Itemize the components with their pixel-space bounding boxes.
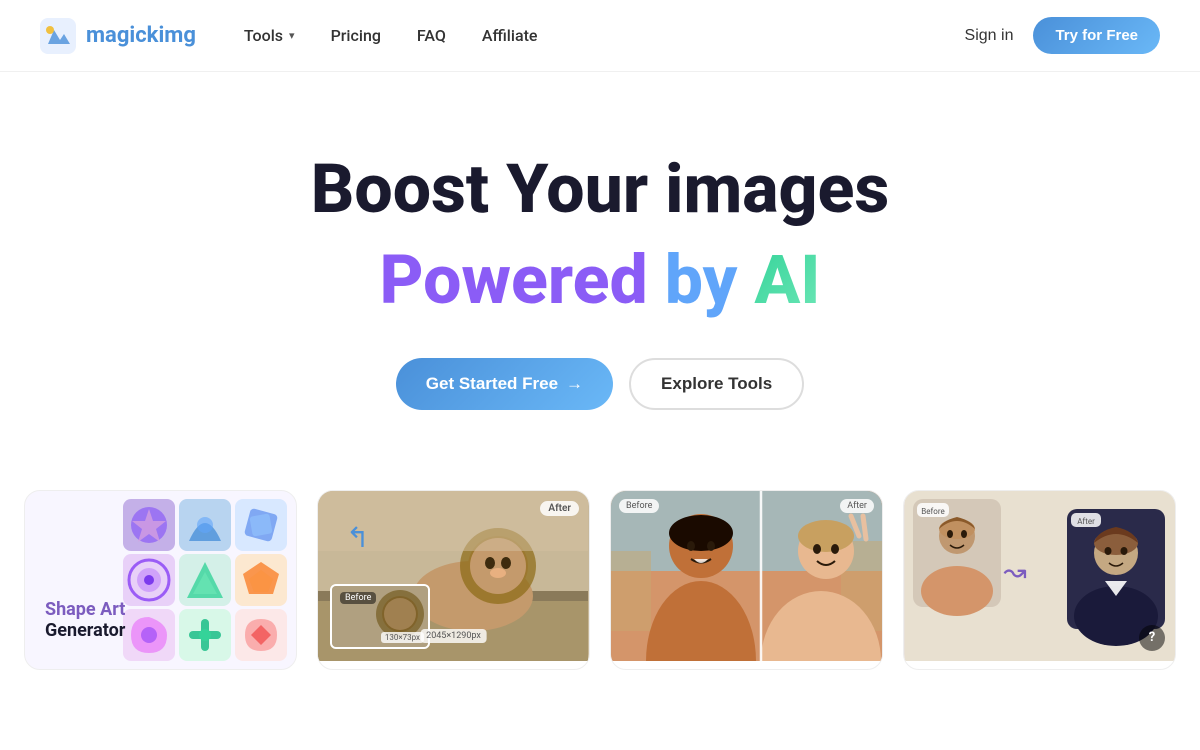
- get-started-label: Get Started Free: [426, 374, 558, 394]
- logo-text-main: magick: [86, 23, 158, 48]
- shape-cell-4: [123, 554, 175, 606]
- shape-cell-5: [179, 554, 231, 606]
- photo-restoration-content: Before After: [611, 491, 882, 661]
- navbar-left: magickimg Tools ▾ Pricing FAQ Affiliate: [40, 18, 537, 54]
- tools-menu[interactable]: Tools ▾: [244, 26, 295, 45]
- faq-link[interactable]: FAQ: [417, 26, 446, 45]
- shape-art-title: Shape Art Generator: [45, 599, 125, 641]
- image-upscaler-content: After Before 130×73px ↰ 2045×1290p: [318, 491, 589, 661]
- hero-title-line2: Powered by AI: [40, 243, 1160, 318]
- affiliate-link[interactable]: Affiliate: [482, 26, 538, 45]
- shape-art-title-colored: Shape Art: [45, 599, 125, 620]
- arrow-icon: →: [566, 374, 583, 394]
- tools-chevron-icon: ▾: [289, 29, 295, 42]
- headshot-content: Before ↝: [904, 491, 1175, 661]
- tools-cards-section: Shape Art Generator: [0, 470, 1200, 670]
- help-icon[interactable]: ?: [1139, 625, 1165, 651]
- logo-text-accent: img: [158, 23, 195, 48]
- output-size-label: 2045×1290px: [420, 629, 487, 643]
- shape-cell-8: [179, 609, 231, 661]
- get-started-button[interactable]: Get Started Free →: [396, 358, 613, 410]
- headshot-image: Before ↝: [905, 491, 1175, 661]
- after-label-card2: After: [540, 501, 579, 516]
- shape-cell-7: [123, 609, 175, 661]
- hero-ai: AI: [754, 240, 820, 320]
- upscale-arrow-icon: ↰: [346, 521, 369, 554]
- logo-icon: [40, 18, 76, 54]
- friends-before-after: Before After: [611, 491, 882, 661]
- logo[interactable]: magickimg: [40, 18, 196, 54]
- navbar-right: Sign in Try for Free: [965, 17, 1160, 54]
- before-size-label: 130×73px: [381, 632, 424, 643]
- svg-text:After: After: [1077, 517, 1095, 526]
- headshot-before-after: Before ↝: [904, 491, 1175, 661]
- navbar: magickimg Tools ▾ Pricing FAQ Affiliate …: [0, 0, 1200, 72]
- image-upscaler-card[interactable]: After Before 130×73px ↰ 2045×1290p: [317, 490, 590, 670]
- before-card-card2: Before 130×73px: [330, 584, 430, 649]
- lion-before-after: After Before 130×73px ↰ 2045×1290p: [318, 491, 589, 661]
- pricing-link[interactable]: Pricing: [331, 26, 381, 45]
- shape-art-card[interactable]: Shape Art Generator: [24, 490, 297, 670]
- shape-cell-2: [179, 499, 231, 551]
- nav-links: Tools ▾ Pricing FAQ Affiliate: [244, 26, 538, 45]
- shape-cell-1: [123, 499, 175, 551]
- shape-cell-6: [235, 554, 287, 606]
- photo-restoration-card[interactable]: Before After: [610, 490, 883, 670]
- hero-powered: Powered: [379, 240, 647, 320]
- shape-art-title-plain: Generator: [45, 620, 125, 641]
- shape-cell-9: [235, 609, 287, 661]
- svg-text:Before: Before: [921, 507, 944, 516]
- hero-buttons: Get Started Free → Explore Tools: [40, 358, 1160, 410]
- try-free-button[interactable]: Try for Free: [1033, 17, 1160, 54]
- shape-art-icon-grid: [123, 499, 288, 661]
- tools-link[interactable]: Tools: [244, 26, 283, 45]
- headshot-card[interactable]: Before ↝: [903, 490, 1176, 670]
- shape-art-card-content: Shape Art Generator: [25, 491, 296, 661]
- friends-image: [611, 491, 882, 661]
- explore-tools-button[interactable]: Explore Tools: [629, 358, 804, 410]
- before-label-card2: Before: [340, 592, 376, 604]
- hero-title-line1: Boost Your images: [40, 152, 1160, 227]
- hero-section: Boost Your images Powered by AI Get Star…: [0, 72, 1200, 470]
- svg-text:↝: ↝: [1003, 555, 1026, 588]
- after-label-card3: After: [840, 499, 874, 513]
- before-label-card3: Before: [619, 499, 659, 513]
- shape-cell-3: [235, 499, 287, 551]
- sign-in-button[interactable]: Sign in: [965, 27, 1014, 45]
- hero-by: by: [665, 240, 738, 320]
- logo-text: magickimg: [86, 23, 196, 48]
